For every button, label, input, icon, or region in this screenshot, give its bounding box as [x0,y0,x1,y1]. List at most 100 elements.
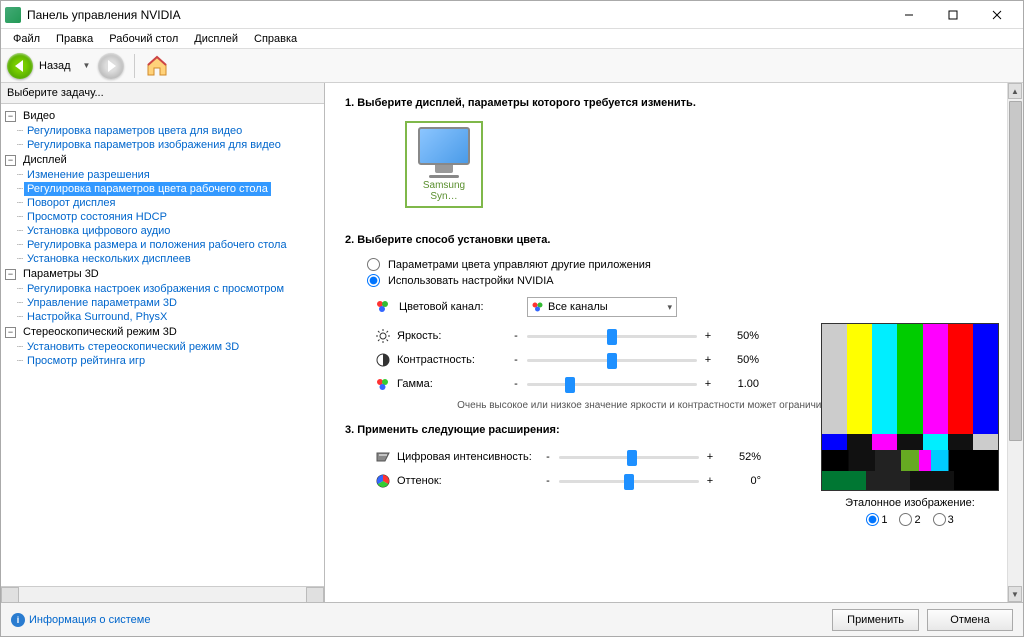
tree-item[interactable]: Изменение разрешения [24,168,153,182]
contrast-plus[interactable]: + [703,354,713,366]
system-info-link[interactable]: Информация о системе [29,614,150,626]
menu-desktop[interactable]: Рабочий стол [101,31,186,47]
menu-display[interactable]: Дисплей [186,31,246,47]
menu-help[interactable]: Справка [246,31,305,47]
toolbar-divider [134,54,135,78]
reference-caption: Эталонное изображение: [821,497,999,509]
gamma-plus[interactable]: + [703,378,713,390]
display-name: Samsung Syn… [411,180,477,202]
contrast-minus[interactable]: - [511,354,521,366]
tree-group-display[interactable]: Дисплей [20,153,70,167]
task-tree[interactable]: −Видео ┈Регулировка параметров цвета для… [1,104,324,586]
sidebar-header: Выберите задачу... [1,83,324,104]
nav-back-label: Назад [39,60,71,72]
vibrance-slider[interactable] [559,448,699,466]
scroll-down-icon[interactable]: ▼ [1008,586,1022,602]
nav-back-button[interactable] [7,53,33,79]
close-button[interactable] [975,2,1019,28]
tree-group-stereo[interactable]: Стереоскопический режим 3D [20,325,180,339]
vibrance-icon [375,449,391,465]
tree-item[interactable]: Регулировка настроек изображения с просм… [24,282,287,296]
tree-item[interactable]: Просмотр рейтинга игр [24,354,148,368]
maximize-button[interactable] [931,2,975,28]
tree-item-selected[interactable]: Регулировка параметров цвета рабочего ст… [24,182,271,196]
step2-title: 2. Выберите способ установки цвета. [345,234,1005,246]
cancel-button[interactable]: Отмена [927,609,1013,631]
apply-button[interactable]: Применить [832,609,919,631]
tree-toggle[interactable]: − [5,269,16,280]
gamma-slider[interactable] [527,375,697,393]
content-area: Выберите задачу... −Видео ┈Регулировка п… [1,83,1023,602]
hue-slider[interactable] [559,472,699,490]
hue-icon [375,473,391,489]
contrast-icon [375,352,391,368]
vibrance-plus[interactable]: + [705,451,715,463]
tree-item[interactable]: Настройка Surround, PhysX [24,310,170,324]
scroll-up-icon[interactable]: ▲ [1008,83,1022,99]
channel-select[interactable]: Все каналы [527,297,677,317]
gamma-icon [375,376,391,392]
menubar: Файл Правка Рабочий стол Дисплей Справка [1,29,1023,49]
minimize-button[interactable] [887,2,931,28]
hue-value: 0° [721,475,761,487]
monitor-icon [418,127,470,165]
app-icon [5,7,21,23]
ref-radio-3[interactable]: 3 [933,513,954,526]
ref-radio-2[interactable]: 2 [899,513,920,526]
main-scrollbar[interactable]: ▲ ▼ [1007,83,1023,602]
toolbar: Назад ▼ [1,49,1023,83]
menu-file[interactable]: Файл [5,31,48,47]
vibrance-value: 52% [721,451,761,463]
channel-all-icon [532,301,544,313]
ref-radio-1[interactable]: 1 [866,513,887,526]
brightness-icon [375,328,391,344]
gamma-minus[interactable]: - [511,378,521,390]
brightness-slider[interactable] [527,327,697,345]
tree-item[interactable]: Установить стереоскопический режим 3D [24,340,242,354]
hue-plus[interactable]: + [705,475,715,487]
tree-item[interactable]: Установка нескольких дисплеев [24,252,194,266]
brightness-minus[interactable]: - [511,330,521,342]
tree-group-3d[interactable]: Параметры 3D [20,267,102,281]
scroll-thumb[interactable] [1009,101,1022,441]
tree-toggle[interactable]: − [5,111,16,122]
channel-label: Цветовой канал: [399,301,519,313]
tree-group-video[interactable]: Видео [20,109,58,123]
gamma-value: 1.00 [719,378,759,390]
radio-other-apps[interactable]: Параметрами цвета управляют другие прило… [367,258,1005,271]
window-title: Панель управления NVIDIA [27,8,887,22]
step1-title: 1. Выберите дисплей, параметры которого … [345,97,1005,109]
display-thumbnail[interactable]: Samsung Syn… [405,121,483,208]
info-icon: i [11,613,25,627]
tree-item[interactable]: Регулировка параметров цвета для видео [24,124,245,138]
tree-toggle[interactable]: − [5,327,16,338]
home-icon[interactable] [145,54,169,78]
main-pane: 1. Выберите дисплей, параметры которого … [325,83,1023,602]
channel-row: Цветовой канал: Все каналы [375,297,1005,317]
tree-item[interactable]: Регулировка параметров изображения для в… [24,138,284,152]
nav-back-dropdown[interactable]: ▼ [79,61,95,70]
footer: i Информация о системе Применить Отмена [1,602,1023,636]
tree-toggle[interactable]: − [5,155,16,166]
hue-minus[interactable]: - [543,475,553,487]
sidebar-scrollbar[interactable] [1,586,324,602]
brightness-value: 50% [719,330,759,342]
tree-item[interactable]: Установка цифрового аудио [24,224,173,238]
titlebar: Панель управления NVIDIA [1,1,1023,29]
contrast-value: 50% [719,354,759,366]
nav-forward-button[interactable] [98,53,124,79]
radio-nvidia[interactable]: Использовать настройки NVIDIA [367,274,1005,287]
vibrance-minus[interactable]: - [543,451,553,463]
menu-edit[interactable]: Правка [48,31,101,47]
palette-icon [375,299,391,315]
brightness-plus[interactable]: + [703,330,713,342]
tree-item[interactable]: Управление параметрами 3D [24,296,180,310]
tree-item[interactable]: Регулировка размера и положения рабочего… [24,238,290,252]
tree-item[interactable]: Просмотр состояния HDCP [24,210,170,224]
contrast-slider[interactable] [527,351,697,369]
tree-item[interactable]: Поворот дисплея [24,196,118,210]
reference-image [821,323,999,491]
reference-panel: Эталонное изображение: 1 2 3 [821,323,999,526]
sidebar: Выберите задачу... −Видео ┈Регулировка п… [1,83,325,602]
channel-value: Все каналы [548,301,608,313]
